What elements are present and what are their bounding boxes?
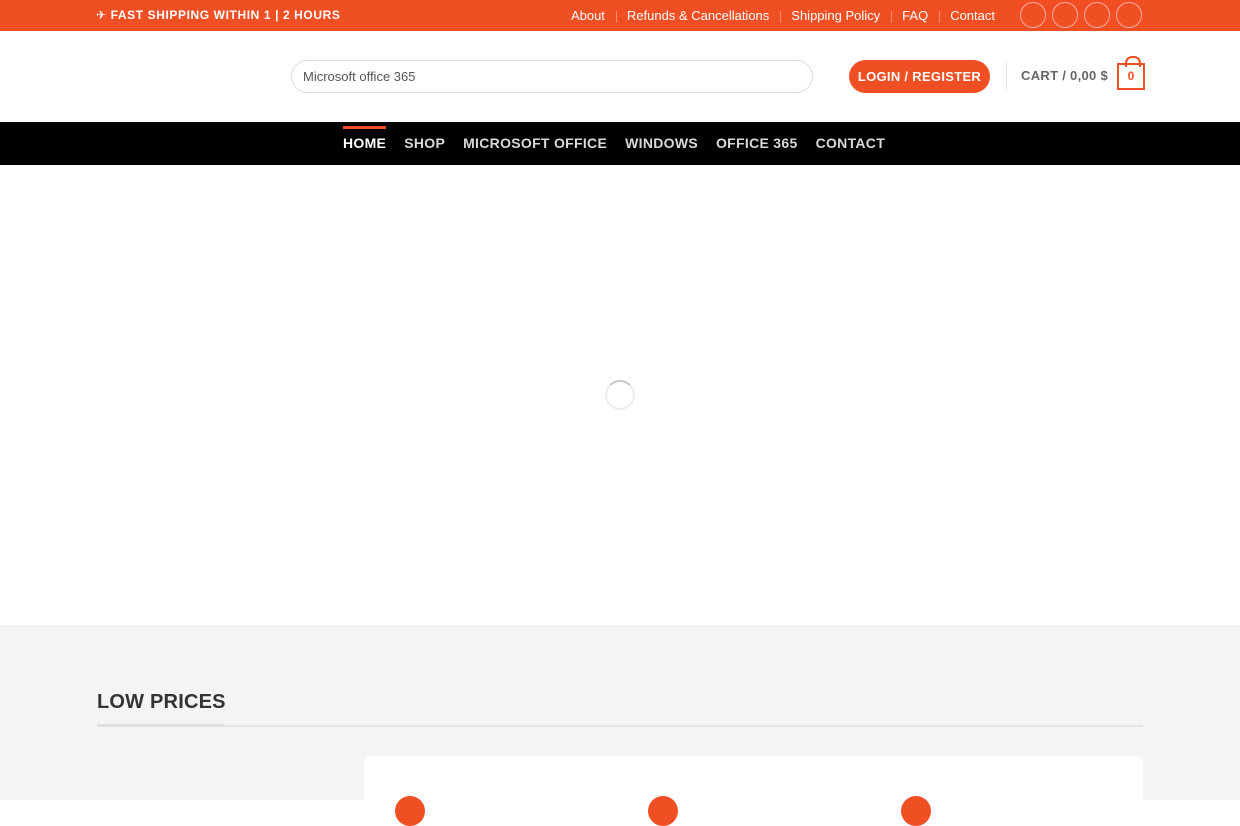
top-nav-faq[interactable]: FAQ [891, 8, 939, 23]
search-input[interactable] [291, 60, 813, 93]
low-prices-section: LOW PRICES [0, 625, 1240, 826]
cart-total: 0,00 $ [1070, 68, 1108, 83]
social-icon-3[interactable] [1084, 2, 1110, 28]
social-icon-1[interactable] [1020, 2, 1046, 28]
site-header: LOGIN / REGISTER CART / 0,00 $ 0 [0, 31, 1240, 122]
section-title-underline [97, 724, 224, 727]
nav-home[interactable]: HOME [343, 122, 387, 165]
feature-icon-1 [395, 796, 425, 826]
loading-spinner-icon [605, 380, 635, 410]
feature-icon-2 [648, 796, 678, 826]
top-nav-shipping-policy[interactable]: Shipping Policy [780, 8, 891, 23]
cart-label: CART / [1021, 68, 1071, 83]
login-register-button[interactable]: LOGIN / REGISTER [849, 60, 990, 93]
social-icons [1020, 2, 1142, 28]
header-divider [1006, 62, 1007, 91]
nav-office-365[interactable]: OFFICE 365 [716, 122, 798, 165]
top-nav-contact[interactable]: Contact [939, 8, 1006, 23]
nav-microsoft-office[interactable]: MICROSOFT OFFICE [463, 122, 607, 165]
main-nav: HOME SHOP MICROSOFT OFFICE WINDOWS OFFIC… [0, 122, 1240, 165]
nav-shop[interactable]: SHOP [404, 122, 445, 165]
shipping-promo: ✈ FAST SHIPPING WITHIN 1 | 2 HOURS [96, 8, 341, 22]
top-nav: About Refunds & Cancellations Shipping P… [560, 0, 1006, 31]
nav-contact[interactable]: CONTACT [816, 122, 886, 165]
social-icon-2[interactable] [1052, 2, 1078, 28]
features-card [364, 756, 1143, 826]
top-bar: ✈ FAST SHIPPING WITHIN 1 | 2 HOURS About… [0, 0, 1240, 31]
cart-link[interactable]: CART / 0,00 $ [1021, 68, 1108, 83]
top-nav-about[interactable]: About [560, 8, 616, 23]
cart-count: 0 [1127, 69, 1135, 83]
feature-icon-3 [901, 796, 931, 826]
hero-slider [0, 165, 1240, 625]
section-divider [97, 725, 1143, 727]
cart-bag-icon[interactable]: 0 [1117, 56, 1145, 90]
nav-windows[interactable]: WINDOWS [625, 122, 698, 165]
section-title: LOW PRICES [97, 691, 226, 713]
top-nav-refunds[interactable]: Refunds & Cancellations [615, 8, 780, 23]
social-icon-4[interactable] [1116, 2, 1142, 28]
